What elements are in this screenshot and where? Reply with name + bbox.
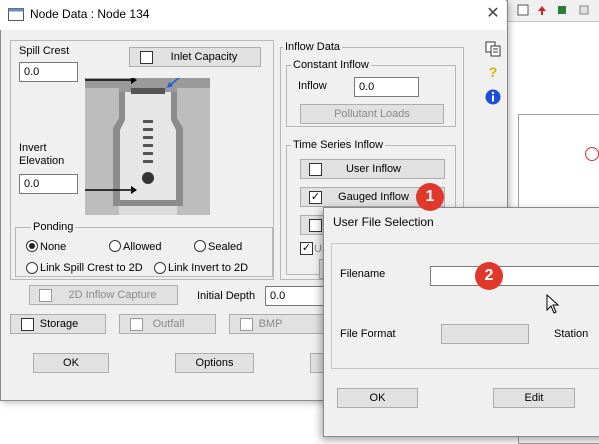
invert-elevation-label-line2: Elevation [19,155,65,167]
ponding-allowed-radio[interactable] [109,240,121,252]
ponding-sealed-label: Sealed [208,241,243,253]
ponding-none-label: None [40,241,67,253]
manhole-diagram [85,78,210,215]
file-dialog-title: User File Selection [333,215,434,229]
file-format-label: File Format [340,328,396,340]
time-series-inflow-legend: Time Series Inflow [291,139,386,151]
station-label: Station [554,328,589,340]
copy-icon[interactable] [484,40,502,58]
callout-1-badge: 1 [416,183,444,211]
window-icon [8,8,24,21]
initial-depth-input[interactable]: 0.0 [265,286,327,306]
pollutant-loads-button[interactable]: Pollutant Loads [300,104,444,124]
user-inflow-label: User Inflow [345,163,402,175]
storage-checkbox[interactable] [21,318,34,331]
inflow-data-legend: Inflow Data [283,41,343,53]
gauged-inflow-label: Gauged Inflow [338,191,409,203]
ponding-none-radio[interactable] [26,240,38,252]
filename-label: Filename [340,268,386,280]
user-inflow-button[interactable]: User Inflow [300,159,445,179]
outfall-button[interactable]: Outfall [119,314,216,334]
storage-label: Storage [39,318,79,330]
options-button[interactable]: Options [175,353,254,373]
user-inflow-checkbox[interactable] [309,163,322,176]
toolbar-tool-icon[interactable] [535,3,549,17]
dialog-title: Node Data : Node 134 [30,7,150,21]
filename-input[interactable] [430,266,599,286]
constant-inflow-legend: Constant Inflow [291,59,371,71]
ok-button[interactable]: OK [33,353,109,373]
time-series-checkbox-3[interactable] [309,219,322,232]
2d-inflow-capture-label: 2D Inflow Capture [68,289,157,301]
2d-inflow-capture-button[interactable]: 2D Inflow Capture [29,285,178,305]
inflow-label: Inflow [298,80,327,92]
ponding-legend: Ponding [31,221,76,233]
spill-crest-label: Spill Crest [19,45,70,57]
link-invert-label: Link Invert to 2D [168,262,249,274]
map-node-marker[interactable] [585,147,599,161]
bmp-checkbox[interactable] [240,318,253,331]
invert-elevation-label-line1: Invert [19,142,47,154]
toolbar-tool-icon[interactable] [516,3,530,17]
info-icon[interactable] [484,88,502,106]
initial-depth-label: Initial Depth [197,290,256,302]
ponding-allowed-label: Allowed [123,241,162,253]
inlet-capacity-checkbox[interactable] [140,51,153,64]
svg-text:?: ? [489,64,498,80]
file-format-dropdown[interactable] [441,324,529,344]
inlet-capacity-button[interactable]: Inlet Capacity [129,47,261,67]
user-file-checkbox[interactable]: ✓ [300,242,313,255]
callout-2-badge: 2 [475,262,503,290]
storage-button[interactable]: Storage [10,314,106,334]
spill-crest-input[interactable]: 0.0 [19,62,78,82]
inlet-capacity-label: Inlet Capacity [170,51,238,63]
bmp-button[interactable]: BMP [229,314,326,334]
bmp-label: BMP [258,318,283,330]
gauged-inflow-checkbox[interactable]: ✓ [309,191,322,204]
link-spill-crest-radio[interactable] [26,262,38,274]
ponding-sealed-radio[interactable] [194,240,206,252]
mouse-cursor-icon [546,294,560,314]
file-dialog-edit-button[interactable]: Edit [493,388,575,408]
help-icon[interactable]: ? [484,63,502,81]
file-dialog-ok-button[interactable]: OK [337,388,418,408]
outfall-label: Outfall [152,318,185,330]
close-icon[interactable]: ✕ [484,3,502,25]
2d-inflow-capture-checkbox[interactable] [39,289,52,302]
inflow-input[interactable]: 0.0 [354,77,419,97]
link-spill-crest-label: Link Spill Crest to 2D [40,262,143,274]
toolbar-tool-icon[interactable] [555,3,569,17]
toolbar-tool-icon[interactable] [577,3,591,17]
link-invert-radio[interactable] [154,262,166,274]
outfall-checkbox[interactable] [130,318,143,331]
invert-elevation-input[interactable]: 0.0 [19,174,78,194]
